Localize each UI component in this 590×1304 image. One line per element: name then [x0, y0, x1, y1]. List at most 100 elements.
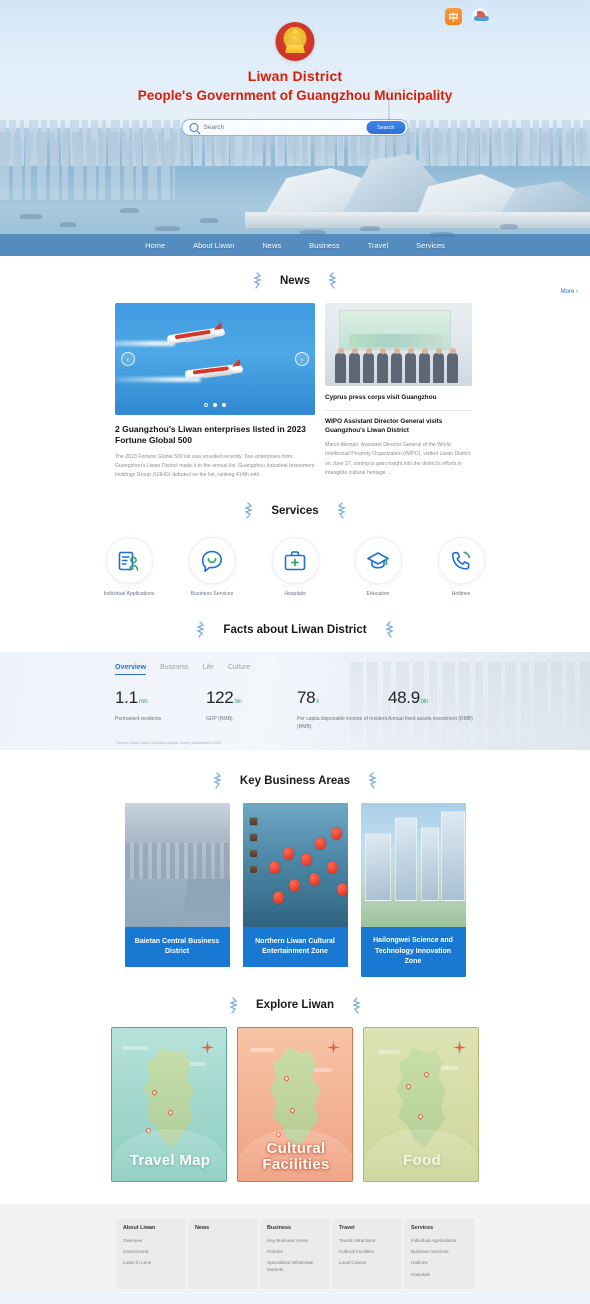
news-more-link[interactable]: More ›: [561, 289, 578, 295]
footer-column-news: News: [188, 1218, 258, 1290]
individual-applications-icon: [105, 537, 153, 585]
business-areas-title-text: Key Business Areas: [239, 774, 351, 787]
footer-link[interactable]: Overview: [123, 1238, 179, 1244]
news-featured-title[interactable]: 2 Guangzhou's Liwan enterprises listed i…: [115, 424, 315, 447]
news-side-headline-2[interactable]: WIPO Assistant Director General visits G…: [325, 418, 472, 436]
services-title-text: Services: [271, 504, 319, 517]
news-secondary: Cyprus press corps visit Guangzhou WIPO …: [325, 303, 472, 478]
service-item-hotlines[interactable]: Hotlines: [431, 537, 491, 599]
national-emblem-icon: [275, 22, 315, 61]
news-grid: ‹ › 2 Guangzhou's Liwan enterprises list…: [0, 289, 590, 480]
facts-tab-overview[interactable]: Overview: [115, 664, 147, 676]
stat-fixed-assets-investment: 48.9bln Annual fixed assets investment (…: [388, 688, 479, 731]
service-label: Individual Applications: [103, 591, 155, 598]
carousel-prev-button[interactable]: ‹: [121, 352, 135, 366]
compass-icon: [201, 1040, 214, 1054]
carousel-dot[interactable]: [222, 403, 226, 407]
explore-card-cultural-facilities[interactable]: Cultural Facilities: [237, 1026, 353, 1182]
facts-section: Facts about Liwan District Overview Busi…: [0, 599, 590, 751]
news-side-excerpt: Marco Alemán, Assistant Director General…: [325, 441, 471, 476]
business-area-card-hailongwei[interactable]: Hailongwei Science and Technology Innova…: [360, 803, 466, 977]
footer-link[interactable]: Government: [123, 1249, 179, 1255]
footer-link[interactable]: Tourist Attractions: [339, 1238, 395, 1244]
facts-section-title: Facts about Liwan District: [0, 621, 590, 638]
footer-column-title: News: [195, 1224, 210, 1231]
stat-caption: Per capita disposable income of resident…: [297, 716, 388, 731]
footer-link[interactable]: Hospitals: [411, 1272, 467, 1278]
nav-item-news[interactable]: News: [262, 241, 281, 250]
carousel-dot[interactable]: [204, 403, 208, 407]
service-label: Business Services: [190, 591, 234, 598]
facts-tab-business[interactable]: Business: [160, 664, 188, 675]
nav-item-travel[interactable]: Travel: [368, 241, 389, 250]
business-area-card-northern-liwan[interactable]: Northern Liwan Cultural Entertainment Zo…: [242, 803, 348, 977]
stat-unit: bln: [420, 699, 428, 706]
search-input[interactable]: [203, 124, 367, 131]
footer-link[interactable]: Business Services: [411, 1249, 467, 1255]
carousel-dot[interactable]: [213, 403, 217, 407]
footer-link[interactable]: Key Business Areas: [267, 1238, 323, 1244]
site-logo-icon[interactable]: [471, 7, 490, 26]
search-button[interactable]: Search: [366, 121, 406, 134]
carousel-next-button[interactable]: ›: [295, 352, 309, 366]
footer-column-title: Travel: [339, 1224, 355, 1231]
service-label: Hospitals: [284, 591, 306, 598]
explore-card-label: Travel Map: [129, 1151, 211, 1169]
explore-card-label: Food: [403, 1151, 441, 1169]
footer-column-title: Services: [411, 1224, 434, 1231]
news-carousel[interactable]: ‹ ›: [115, 303, 315, 415]
explore-card-food[interactable]: Food: [363, 1026, 479, 1182]
business-area-caption: Baietan Central Business District: [124, 927, 230, 968]
stat-value: 78: [297, 688, 316, 708]
explore-section-title: Explore Liwan: [0, 996, 590, 1014]
footer-link[interactable]: Cultural Facilities: [339, 1249, 395, 1255]
footer-columns: About Liwan Overview Government Liwan in…: [0, 1218, 590, 1290]
stat-per-capita-income: 78k Per capita disposable income of resi…: [297, 688, 388, 731]
top-utility-icons: 中: [445, 7, 490, 26]
business-areas-section-title: Key Business Areas: [0, 772, 590, 789]
footer-link[interactable]: Specialized Wholesale Markets: [267, 1260, 323, 1273]
service-item-business-services[interactable]: Business Services: [182, 537, 242, 599]
hailongwei-image: [360, 803, 466, 928]
language-toggle-button[interactable]: 中: [445, 8, 462, 25]
facts-tab-culture[interactable]: Culture: [228, 664, 251, 675]
stat-unit: mln: [138, 699, 148, 706]
services-section-title: Services: [0, 502, 590, 519]
news-side-headline-1[interactable]: Cyprus press corps visit Guangzhou: [325, 394, 472, 403]
footer-link[interactable]: Liwan in Lens: [123, 1260, 179, 1266]
footer-column-travel: Travel Tourist Attractions Cultural Faci…: [332, 1218, 402, 1290]
explore-title-text: Explore Liwan: [256, 999, 334, 1012]
footer-link[interactable]: Local Cuisine: [339, 1260, 395, 1266]
stat-caption: GDP (RMB): [206, 716, 233, 723]
news-section: News More › ‹ › 2 Guangzhou's Liwan ente…: [0, 256, 590, 480]
hero-banner: 中 Liwan District People's Government of …: [0, 0, 590, 256]
news-featured: ‹ › 2 Guangzhou's Liwan enterprises list…: [115, 303, 315, 480]
nav-item-services[interactable]: Services: [416, 241, 445, 250]
facts-title-text: Facts about Liwan District: [223, 623, 367, 636]
footer-column-about-liwan: About Liwan Overview Government Liwan in…: [116, 1218, 186, 1290]
service-item-education[interactable]: Education: [348, 537, 408, 599]
footer-link[interactable]: Individual Applications: [411, 1238, 467, 1244]
facts-source-note: *Source: Liwan District Statistics Burea…: [115, 741, 222, 746]
news-featured-excerpt: The 2023 Fortune Global 500 list was unv…: [115, 453, 315, 479]
nav-item-business[interactable]: Business: [309, 241, 339, 250]
explore-card-travel-map[interactable]: Travel Map: [111, 1026, 227, 1182]
facts-tab-life[interactable]: Life: [203, 664, 214, 675]
business-areas-section: Key Business Areas Baietan Central Busin…: [0, 750, 590, 977]
service-item-individual-applications[interactable]: Individual Applications: [99, 537, 159, 599]
news-thumbnail-image[interactable]: [325, 303, 472, 386]
service-item-hospitals[interactable]: Hospitals: [265, 537, 325, 599]
business-areas-row: Baietan Central Business District Northe…: [0, 803, 590, 977]
baietan-image: [124, 803, 230, 928]
stat-value: 1.1: [115, 688, 138, 708]
ornament-left-icon: [211, 772, 224, 789]
stat-caption: Permanent residents: [115, 716, 162, 723]
business-area-card-baietan[interactable]: Baietan Central Business District: [124, 803, 230, 977]
nav-item-home[interactable]: Home: [145, 241, 165, 250]
footer-link[interactable]: Policies: [267, 1249, 323, 1255]
footer-link[interactable]: Hotlines: [411, 1260, 467, 1266]
carousel-dots: [204, 403, 226, 407]
business-area-caption: Northern Liwan Cultural Entertainment Zo…: [242, 927, 348, 968]
news-divider: [325, 409, 472, 411]
nav-item-about-liwan[interactable]: About Liwan: [193, 241, 234, 250]
